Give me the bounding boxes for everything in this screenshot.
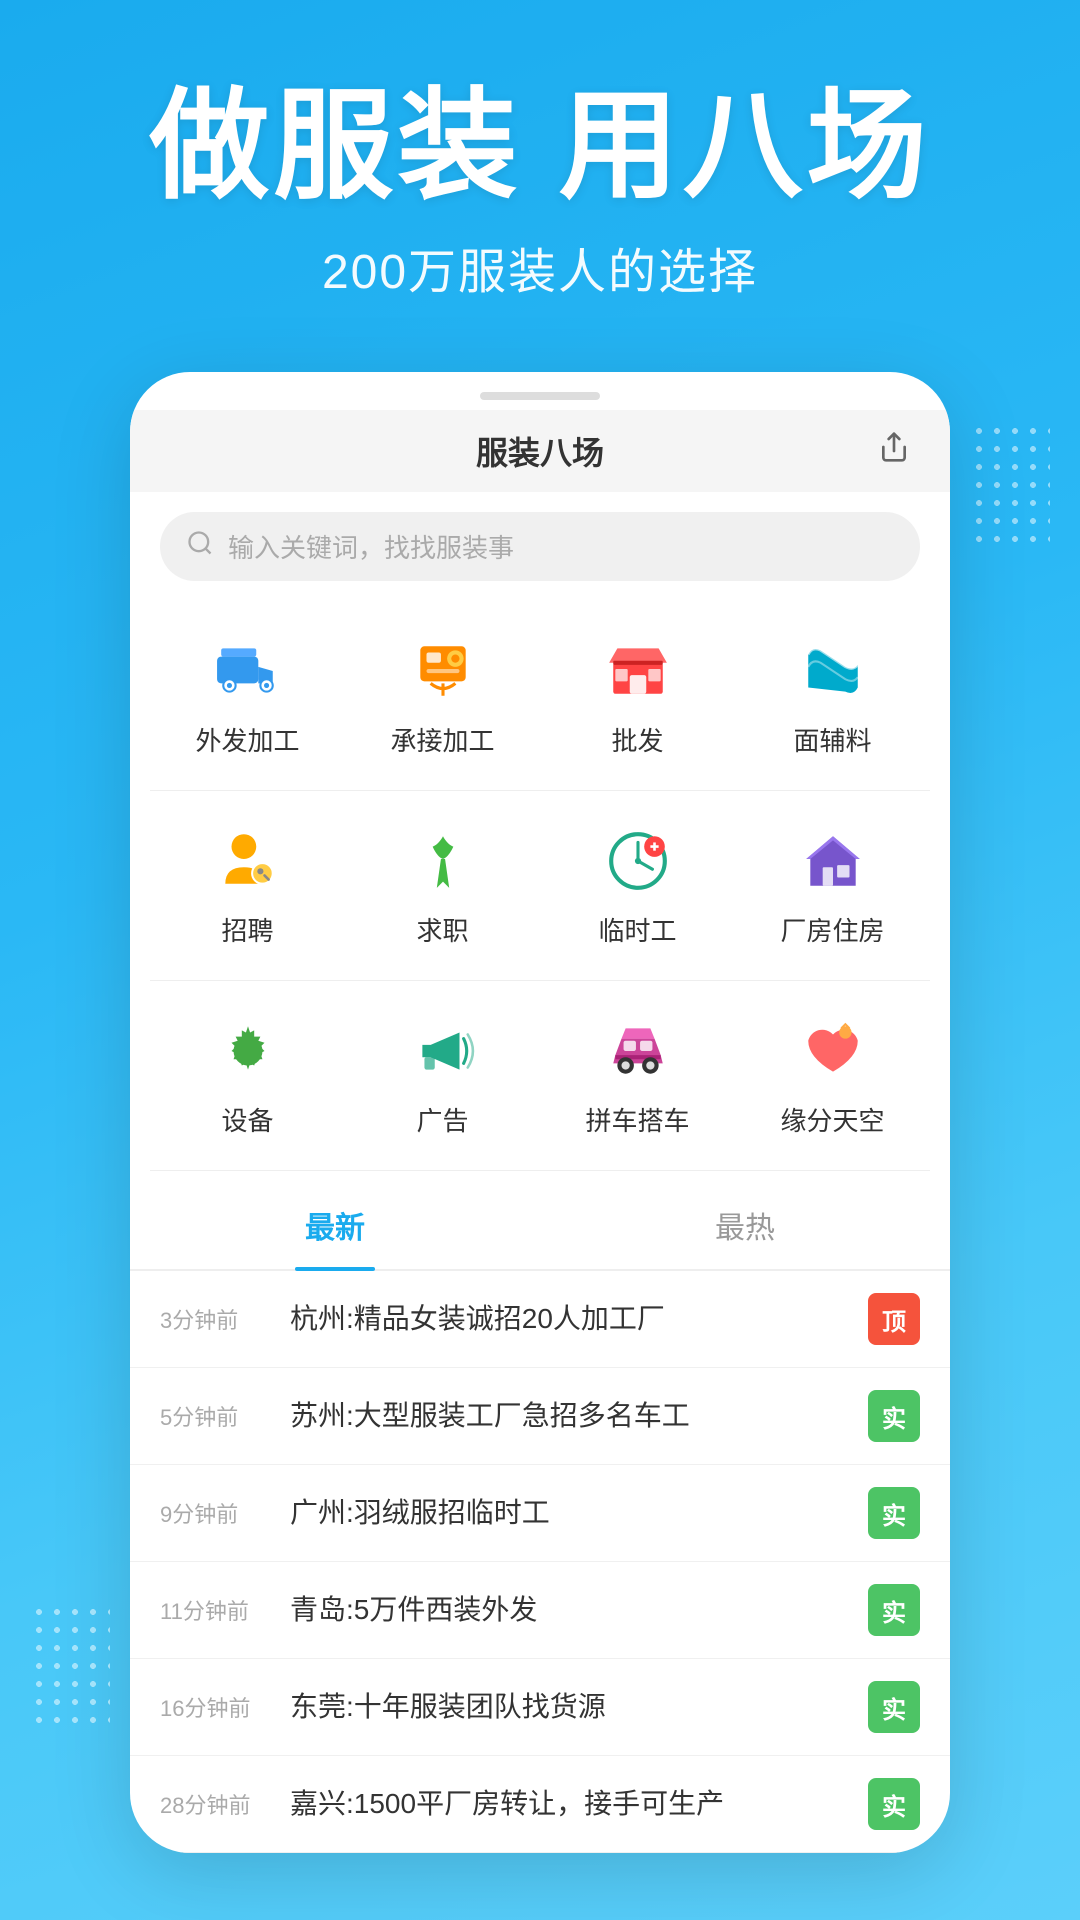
category-label-linshigong: 临时工 — [598, 911, 676, 948]
share-icon[interactable] — [878, 431, 910, 471]
category-label-zhaopin: 招聘 — [221, 911, 273, 948]
category-item-yuanfen[interactable]: 缘分天空 — [735, 991, 930, 1160]
category-label-mianliao: 面辅料 — [793, 721, 871, 758]
feed-badge-4: 实 — [868, 1681, 920, 1733]
feed-item-3[interactable]: 11分钟前 青岛:5万件西装外发 实 — [130, 1562, 950, 1659]
search-icon — [186, 529, 214, 564]
feed-time-1: 5分钟前 — [160, 1400, 270, 1432]
feed-title-4: 东莞:十年服装团队找货源 — [290, 1687, 848, 1726]
feed-time-5: 28分钟前 — [160, 1788, 270, 1820]
hero-title: 做服装 用八场 — [60, 80, 1020, 212]
phone-mockup: 服装八场 输入关键词，找找服装事 — [130, 372, 950, 1853]
category-item-mianliao[interactable]: 面辅料 — [735, 611, 930, 780]
feed-item-5[interactable]: 28分钟前 嘉兴:1500平厂房转让，接手可生产 实 — [130, 1756, 950, 1853]
category-label-yuanfen: 缘分天空 — [780, 1101, 884, 1138]
feed-item-2[interactable]: 9分钟前 广州:羽绒服招临时工 实 — [130, 1465, 950, 1562]
store-icon — [600, 633, 676, 709]
hero-subtitle: 200万服装人的选择 — [60, 232, 1020, 302]
category-item-chengjiejiagong[interactable]: 承接加工 — [345, 611, 540, 780]
feed-time-0: 3分钟前 — [160, 1303, 270, 1335]
sewing-icon — [405, 633, 481, 709]
category-label-qiuzhi: 求职 — [416, 911, 468, 948]
search-placeholder: 输入关键词，找找服装事 — [228, 528, 514, 565]
clock-icon — [600, 823, 676, 899]
category-item-guanggao[interactable]: 广告 — [345, 991, 540, 1160]
car-icon — [600, 1013, 676, 1089]
feed-item-0[interactable]: 3分钟前 杭州:精品女装诚招20人加工厂 顶 — [130, 1271, 950, 1368]
recruit-icon — [210, 823, 286, 899]
gear-icon — [210, 1013, 286, 1089]
hero-section: 做服装 用八场 200万服装人的选择 — [0, 0, 1080, 342]
category-grid-row1: 外发加工 承接加工 — [130, 601, 950, 790]
phone-notch — [130, 372, 950, 410]
truck-icon — [210, 633, 286, 709]
feed-title-5: 嘉兴:1500平厂房转让，接手可生产 — [290, 1784, 848, 1823]
category-label-pifa: 批发 — [611, 721, 663, 758]
feed-title-1: 苏州:大型服装工厂急招多名车工 — [290, 1396, 848, 1435]
feed-badge-3: 实 — [868, 1584, 920, 1636]
divider-3 — [150, 1170, 930, 1171]
notch-bar — [480, 392, 600, 400]
category-item-pifa[interactable]: 批发 — [540, 611, 735, 780]
search-bar[interactable]: 输入关键词，找找服装事 — [160, 512, 920, 581]
megaphone-icon — [405, 1013, 481, 1089]
tab-zuire[interactable]: 最热 — [540, 1181, 950, 1269]
feed-time-2: 9分钟前 — [160, 1497, 270, 1529]
feed-badge-1: 实 — [868, 1390, 920, 1442]
category-label-chengjiejiagong: 承接加工 — [390, 721, 494, 758]
feed-badge-0: 顶 — [868, 1293, 920, 1345]
category-label-waifahjiagong: 外发加工 — [195, 721, 299, 758]
heart-icon — [795, 1013, 871, 1089]
fabric-icon — [795, 633, 871, 709]
category-item-shebei[interactable]: 设备 — [150, 991, 345, 1160]
tabs: 最新 最热 — [130, 1181, 950, 1271]
feed-item-1[interactable]: 5分钟前 苏州:大型服装工厂急招多名车工 实 — [130, 1368, 950, 1465]
category-label-changfang: 厂房住房 — [780, 911, 884, 948]
feed-badge-2: 实 — [868, 1487, 920, 1539]
feed-list: 3分钟前 杭州:精品女装诚招20人加工厂 顶 5分钟前 苏州:大型服装工厂急招多… — [130, 1271, 950, 1853]
feed-time-3: 11分钟前 — [160, 1594, 270, 1626]
feed-item-4[interactable]: 16分钟前 东莞:十年服装团队找货源 实 — [130, 1659, 950, 1756]
tab-zuixin[interactable]: 最新 — [130, 1181, 540, 1269]
category-grid-row3: 设备 广告 — [130, 981, 950, 1170]
category-grid-row2: 招聘 求职 — [130, 791, 950, 980]
feed-title-2: 广州:羽绒服招临时工 — [290, 1493, 848, 1532]
category-item-waifahjiagong[interactable]: 外发加工 — [150, 611, 345, 780]
phone-wrapper: 服装八场 输入关键词，找找服装事 — [0, 342, 1080, 1853]
feed-badge-5: 实 — [868, 1778, 920, 1830]
app-header: 服装八场 — [130, 410, 950, 492]
house-icon — [795, 823, 871, 899]
category-label-guanggao: 广告 — [416, 1101, 468, 1138]
feed-time-4: 16分钟前 — [160, 1691, 270, 1723]
category-item-changfang[interactable]: 厂房住房 — [735, 801, 930, 970]
category-item-pinche[interactable]: 拼车搭车 — [540, 991, 735, 1160]
category-label-pinche: 拼车搭车 — [585, 1101, 689, 1138]
category-item-linshigong[interactable]: 临时工 — [540, 801, 735, 970]
category-item-qiuzhi[interactable]: 求职 — [345, 801, 540, 970]
app-title: 服装八场 — [476, 428, 604, 474]
category-label-shebei: 设备 — [221, 1101, 273, 1138]
feed-title-3: 青岛:5万件西装外发 — [290, 1590, 848, 1629]
category-item-zhaopin[interactable]: 招聘 — [150, 801, 345, 970]
feed-title-0: 杭州:精品女装诚招20人加工厂 — [290, 1299, 848, 1338]
job-icon — [405, 823, 481, 899]
